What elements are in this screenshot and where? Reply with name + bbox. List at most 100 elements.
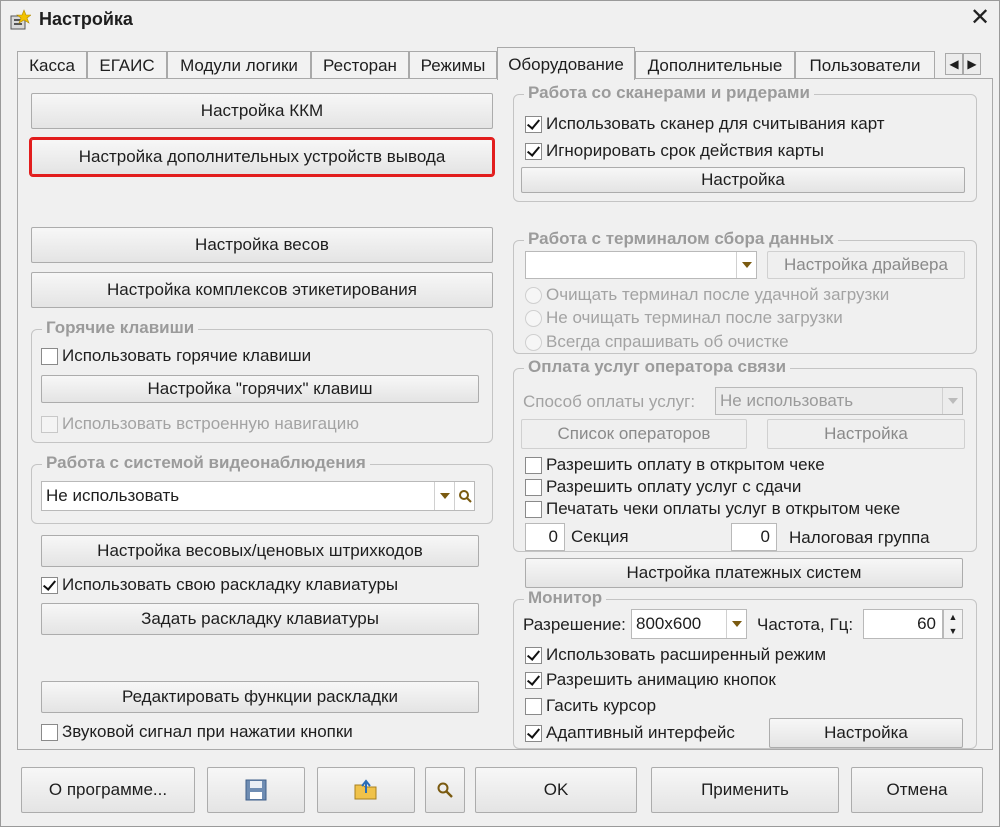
- payment-method-label: Способ оплаты услуг:: [523, 392, 696, 411]
- radio-dot[interactable]: [525, 309, 542, 327]
- monitor-setup-button[interactable]: Настройка: [769, 718, 963, 748]
- frequency-label: Частота, Гц:: [757, 615, 854, 634]
- ok-button[interactable]: OK: [475, 767, 637, 813]
- hotkeys-group-title: Горячие клавиши: [42, 318, 199, 338]
- sound-signal-checkbox[interactable]: Звуковой сигнал при нажатии кнопки: [41, 722, 353, 742]
- use-builtin-navigation-checkbox[interactable]: Использовать встроенную навигацию: [41, 414, 359, 434]
- no-clear-radio[interactable]: Не очищать терминал после загрузки: [525, 308, 843, 328]
- tab-scroll-left-icon[interactable]: ◀: [945, 53, 963, 75]
- radio-dot[interactable]: [525, 286, 542, 304]
- frequency-input[interactable]: 60: [863, 609, 943, 639]
- open-folder-button[interactable]: [317, 767, 415, 813]
- kkm-setup-button[interactable]: Настройка ККМ: [31, 93, 493, 129]
- use-hotkeys-checkbox[interactable]: Использовать горячие клавиши: [41, 346, 311, 366]
- operator-setup-button[interactable]: Настройка: [767, 419, 965, 449]
- always-ask-radio[interactable]: Всегда спрашивать об очистке: [525, 332, 789, 352]
- save-button[interactable]: [207, 767, 305, 813]
- allow-open-check-payment-checkbox[interactable]: Разрешить оплату в открытом чеке: [525, 455, 825, 475]
- checkbox-box[interactable]: [525, 456, 542, 474]
- extended-mode-checkbox[interactable]: Использовать расширенный режим: [525, 645, 826, 665]
- tax-group-label: Налоговая группа: [789, 528, 930, 547]
- folder-export-icon: [354, 779, 377, 800]
- cancel-button[interactable]: Отмена: [851, 767, 983, 813]
- search-icon: [437, 782, 453, 798]
- allow-payment-from-change-checkbox[interactable]: Разрешить оплату услуг с сдачи: [525, 477, 801, 497]
- always-ask-label: Всегда спрашивать об очистке: [546, 332, 789, 351]
- checkbox-box[interactable]: [525, 500, 542, 518]
- checkbox-box[interactable]: [525, 671, 542, 689]
- checkbox-box[interactable]: [525, 697, 542, 715]
- tab-egais[interactable]: ЕГАИС: [87, 51, 167, 79]
- checkbox-box[interactable]: [525, 646, 542, 664]
- radio-dot[interactable]: [525, 333, 542, 351]
- frequency-spinner-icon[interactable]: ▲ ▼: [943, 609, 963, 639]
- settings-window: Настройка ✕ Касса ЕГАИС Модули логики Ре…: [0, 0, 1000, 827]
- close-icon[interactable]: ✕: [965, 3, 995, 33]
- allow-payment-from-change-label: Разрешить оплату услуг с сдачи: [546, 477, 802, 496]
- adaptive-ui-checkbox[interactable]: Адаптивный интерфейс: [525, 723, 735, 743]
- tab-restaurant[interactable]: Ресторан: [311, 51, 409, 79]
- tab-strip: Касса ЕГАИС Модули логики Ресторан Режим…: [17, 47, 993, 80]
- checkbox-box[interactable]: [525, 724, 542, 742]
- driver-setup-button[interactable]: Настройка драйвера: [767, 251, 965, 279]
- search-icon[interactable]: [454, 482, 474, 510]
- use-card-scanner-label: Использовать сканер для считывания карт: [546, 114, 885, 133]
- section-input[interactable]: 0: [525, 523, 565, 551]
- extended-mode-label: Использовать расширенный режим: [546, 645, 827, 664]
- tax-group-input[interactable]: 0: [731, 523, 777, 551]
- tab-users[interactable]: Пользователи: [795, 51, 935, 79]
- edit-layout-functions-button[interactable]: Редактировать функции раскладки: [41, 681, 479, 713]
- resolution-select[interactable]: 800x600: [631, 609, 747, 639]
- tab-equipment[interactable]: Оборудование: [497, 47, 635, 80]
- hide-cursor-checkbox[interactable]: Гасить курсор: [525, 696, 656, 716]
- ignore-card-expiry-checkbox[interactable]: Игнорировать срок действия карты: [525, 141, 824, 161]
- checkbox-box[interactable]: [41, 415, 58, 433]
- barcodes-setup-button[interactable]: Настройка весовых/ценовых штрихкодов: [41, 535, 479, 567]
- use-own-layout-checkbox[interactable]: Использовать свою раскладку клавиатуры: [41, 575, 398, 595]
- labeling-setup-button[interactable]: Настройка комплексов этикетирования: [31, 272, 493, 308]
- hotkeys-setup-button[interactable]: Настройка "горячих" клавиш: [41, 375, 479, 403]
- checkbox-box[interactable]: [41, 723, 58, 741]
- chevron-down-icon[interactable]: [942, 388, 962, 414]
- video-surveillance-value: Не использовать: [46, 486, 180, 505]
- button-animation-label: Разрешить анимацию кнопок: [546, 670, 776, 689]
- scanner-setup-button[interactable]: Настройка: [521, 167, 965, 193]
- scales-setup-button[interactable]: Настройка весов: [31, 227, 493, 263]
- chevron-down-icon[interactable]: [434, 482, 454, 510]
- checkbox-box[interactable]: [41, 347, 58, 365]
- checkbox-box[interactable]: [525, 142, 542, 160]
- use-builtin-navigation-label: Использовать встроенную навигацию: [62, 414, 360, 433]
- checkbox-box[interactable]: [525, 115, 542, 133]
- payment-systems-button[interactable]: Настройка платежных систем: [525, 558, 963, 588]
- adaptive-ui-label: Адаптивный интерфейс: [546, 723, 735, 742]
- checkbox-box[interactable]: [525, 478, 542, 496]
- terminal-select[interactable]: [525, 251, 757, 279]
- allow-open-check-payment-label: Разрешить оплату в открытом чеке: [546, 455, 825, 474]
- operators-list-button[interactable]: Список операторов: [521, 419, 747, 449]
- search-button[interactable]: [425, 767, 465, 813]
- payment-method-value: Не использовать: [720, 391, 854, 410]
- use-card-scanner-checkbox[interactable]: Использовать сканер для считывания карт: [525, 114, 885, 134]
- button-animation-checkbox[interactable]: Разрешить анимацию кнопок: [525, 670, 776, 690]
- tab-modes[interactable]: Режимы: [409, 51, 497, 79]
- video-surveillance-select[interactable]: Не использовать: [41, 481, 475, 511]
- clear-after-success-radio[interactable]: Очищать терминал после удачной загрузки: [525, 285, 889, 305]
- tab-logic-modules[interactable]: Модули логики: [167, 51, 311, 79]
- no-clear-label: Не очищать терминал после загрузки: [546, 308, 843, 327]
- payment-method-select[interactable]: Не использовать: [715, 387, 963, 415]
- ignore-card-expiry-label: Игнорировать срок действия карты: [546, 141, 824, 160]
- print-in-open-check-checkbox[interactable]: Печатать чеки оплаты услуг в открытом че…: [525, 499, 900, 519]
- about-button[interactable]: О программе...: [21, 767, 195, 813]
- extra-output-devices-button[interactable]: Настройка дополнительных устройств вывод…: [29, 137, 495, 177]
- chevron-down-icon[interactable]: [726, 610, 746, 638]
- clear-after-success-label: Очищать терминал после удачной загрузки: [546, 285, 890, 304]
- checkbox-box[interactable]: [41, 576, 58, 594]
- apply-button[interactable]: Применить: [651, 767, 839, 813]
- tab-scroll-right-icon[interactable]: ▶: [963, 53, 981, 75]
- set-layout-button[interactable]: Задать раскладку клавиатуры: [41, 603, 479, 635]
- sound-signal-label: Звуковой сигнал при нажатии кнопки: [62, 722, 353, 741]
- chevron-down-icon[interactable]: [736, 252, 756, 278]
- tab-kassa[interactable]: Касса: [17, 51, 87, 79]
- video-surveillance-title: Работа с системой видеонаблюдения: [42, 453, 370, 473]
- tab-additional[interactable]: Дополнительные: [635, 51, 795, 79]
